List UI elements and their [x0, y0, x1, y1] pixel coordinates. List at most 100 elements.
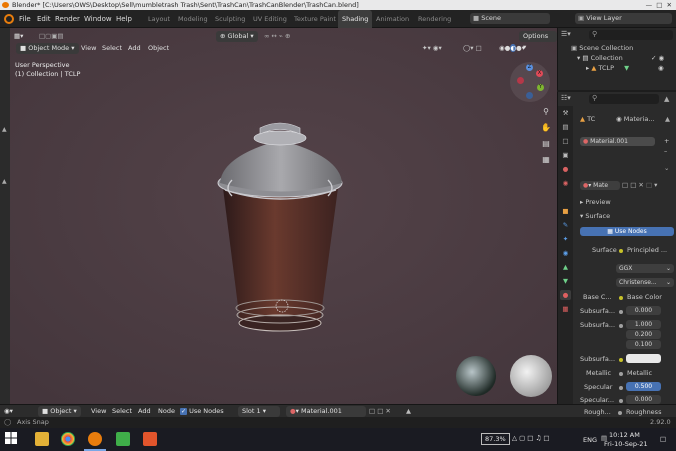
view-layer-tab-icon[interactable]: ▣	[560, 150, 571, 160]
outliner-item-tclp[interactable]: ▸ ▲ TCLP ▼	[586, 64, 629, 72]
camera-icon[interactable]: ▤	[540, 138, 552, 150]
pin-icon[interactable]: ▲	[664, 95, 669, 103]
gizmo-overlay-icons[interactable]: ◯▾ □	[463, 43, 482, 54]
gizmo-neg-x-axis[interactable]	[517, 77, 524, 84]
rendered-shading-icon[interactable]: ●	[516, 44, 522, 52]
gizmo-neg-z-axis[interactable]	[526, 92, 533, 99]
distribution-dropdown[interactable]: GGX ⌄	[616, 264, 674, 273]
zoom-level[interactable]: 87.3%	[481, 433, 510, 445]
shader-menu-select[interactable]: Select	[112, 406, 132, 417]
physics-tab-icon[interactable]: ◉	[560, 248, 571, 258]
material-tab-icon[interactable]: ●	[560, 290, 571, 300]
prop-value-specular[interactable]: 0.500	[626, 382, 661, 391]
object-name-field[interactable]: ▲ TC	[580, 115, 595, 123]
preview-panel-header[interactable]: ▸ Preview	[580, 198, 611, 206]
viewport-menu-select[interactable]: Select	[102, 43, 122, 54]
outliner-panel[interactable]: ☰▾ ⚲ ▣ Scene Collection ▾ ▤ Collection ▸…	[557, 28, 676, 90]
prop-value-subsurface[interactable]: 0.000	[626, 306, 661, 315]
add-slot-button[interactable]: +	[664, 137, 669, 145]
tab-modeling[interactable]: Modeling	[178, 10, 208, 28]
pin-icon[interactable]: ▲	[665, 115, 670, 123]
windows-start-icon[interactable]	[5, 432, 19, 446]
prop-value-roughness[interactable]: Roughness	[626, 408, 661, 416]
object-tab-icon[interactable]: ■	[560, 206, 571, 216]
menu-file[interactable]: File	[19, 10, 31, 28]
menu-window[interactable]: Window	[84, 10, 112, 28]
viewport-menu-add[interactable]: Add	[128, 43, 141, 54]
world-tab-icon[interactable]: ◉	[560, 178, 571, 188]
prop-value-specular-tint[interactable]: 0.000	[626, 395, 661, 404]
left-edge-toolbar[interactable]: ▲ ▲	[0, 28, 10, 404]
prop-value-radius-x[interactable]: 1.000	[626, 320, 661, 329]
constraints-tab-icon[interactable]: ▲	[560, 262, 571, 272]
properties-panel[interactable]: ☷▾ ⚲ ▲ ⚒ ▤ □ ▣ ● ◉ ■ ✎ ✦ ◉ ▲ ▼ ● ▦ ▲ TC …	[557, 92, 676, 404]
gizmo-y-axis[interactable]: Y	[537, 84, 544, 91]
prop-value-radius-y[interactable]: 0.200	[626, 330, 661, 339]
grid-toggle-icon[interactable]: ▦	[540, 154, 552, 166]
camtasia-icon[interactable]	[116, 432, 130, 446]
object-visibility-icon[interactable]: ◉	[658, 64, 664, 72]
viewport-canvas[interactable]	[10, 28, 557, 404]
shader-pin-icon[interactable]: ▲	[406, 406, 411, 417]
3d-viewport[interactable]: ▦▾ □▢▣▤ ⊕ Global ▾ ∞ ↔ ⌁ ⊕ Options ▾ ■ O…	[10, 28, 557, 404]
shader-menu-node[interactable]: Node	[158, 406, 175, 417]
render-tab-icon[interactable]: ▤	[560, 122, 571, 132]
prop-value-metallic[interactable]: Metallic	[627, 369, 652, 377]
shader-type-dropdown[interactable]: ■ Object ▾	[38, 406, 81, 417]
subsurface-method-dropdown[interactable]: Christense... ⌄	[616, 278, 674, 287]
remove-slot-button[interactable]: –	[664, 147, 667, 155]
shader-material-field[interactable]: ●▾ Material.001	[286, 406, 366, 417]
tray-icons[interactable]: △ ▢ □ ♫ □	[512, 434, 550, 442]
menu-render[interactable]: Render	[55, 10, 80, 28]
language-indicator[interactable]: ENG	[583, 436, 597, 444]
pan-hand-icon[interactable]: ✋	[540, 122, 552, 134]
outliner-item-scene-collection[interactable]: ▣ Scene Collection	[571, 44, 633, 52]
tool-tab-icon[interactable]: ⚒	[560, 108, 571, 118]
shading-mode-buttons[interactable]: ◉●◐●▾	[499, 43, 525, 54]
viewport-menu-object[interactable]: Object	[148, 43, 169, 54]
viewport-menu-view[interactable]: View	[81, 43, 96, 54]
snapping-icons[interactable]: ∞ ↔ ⌁ ⊕	[264, 31, 290, 42]
surface-panel-header[interactable]: ▾ Surface	[580, 212, 610, 220]
gizmo-z-axis[interactable]: Z	[526, 64, 533, 71]
tab-animation[interactable]: Animation	[376, 10, 409, 28]
visibility-icons[interactable]: ✦▾ ◉▾	[422, 43, 442, 54]
clock-date[interactable]: Fri-10-Sep-21	[604, 440, 648, 448]
outliner-item-collection[interactable]: ▾ ▤ Collection	[577, 54, 623, 62]
select-mode-icons[interactable]: □▢▣▤	[39, 31, 64, 42]
prop-value-base-color[interactable]: Base Color	[627, 293, 662, 301]
options-dropdown[interactable]: Options ▾	[519, 31, 557, 51]
properties-editor-icon[interactable]: ☷▾	[561, 94, 571, 102]
collection-visibility-icons[interactable]: ✓ ◉	[651, 54, 664, 62]
clock-time[interactable]: 10:12 AM	[609, 431, 640, 439]
blender-taskbar-icon[interactable]	[88, 432, 102, 446]
slot-dropdown[interactable]: Slot 1 ▾	[238, 406, 280, 417]
material-actions-icons[interactable]: □ □ ✕ □ ▾	[622, 181, 657, 189]
shader-material-actions[interactable]: □ □ ✕	[369, 406, 391, 417]
editor-type-icon[interactable]: ▦▾	[14, 31, 23, 42]
navigation-gizmo[interactable]: Z X Y	[510, 62, 550, 102]
tab-sculpting[interactable]: Sculpting	[215, 10, 245, 28]
modifier-tab-icon[interactable]: ✎	[560, 220, 571, 230]
scene-tab-icon[interactable]: ●	[560, 164, 571, 174]
properties-search-input[interactable]: ⚲	[589, 94, 659, 104]
use-nodes-checkbox[interactable]: ✓ Use Nodes	[180, 406, 224, 417]
outliner-search-input[interactable]: ⚲	[589, 30, 673, 40]
menu-edit[interactable]: Edit	[37, 10, 51, 28]
orientation-dropdown[interactable]: ⊕ Global ▾	[216, 31, 258, 42]
material-slot-list-item[interactable]: ● Material.001	[580, 137, 655, 146]
scene-selector[interactable]: ■ Scene	[470, 13, 550, 24]
prop-value-radius-z[interactable]: 0.100	[626, 340, 661, 349]
shader-editor-type-icon[interactable]: ◉▾	[4, 406, 13, 417]
slot-menu-icon[interactable]: ⌄	[664, 164, 669, 172]
use-nodes-button[interactable]: ▦ Use Nodes	[580, 227, 674, 236]
recorder-icon[interactable]	[143, 432, 157, 446]
shader-menu-view[interactable]: View	[91, 406, 106, 417]
shader-menu-add[interactable]: Add	[138, 406, 151, 417]
texture-tab-icon[interactable]: ▦	[560, 304, 571, 314]
blender-menu-icon[interactable]	[4, 14, 14, 24]
zoom-icon[interactable]: ⚲	[540, 106, 552, 118]
material-browse-field[interactable]: ●▾ Mate	[580, 181, 620, 190]
chrome-icon[interactable]	[61, 432, 75, 446]
output-tab-icon[interactable]: □	[560, 136, 571, 146]
